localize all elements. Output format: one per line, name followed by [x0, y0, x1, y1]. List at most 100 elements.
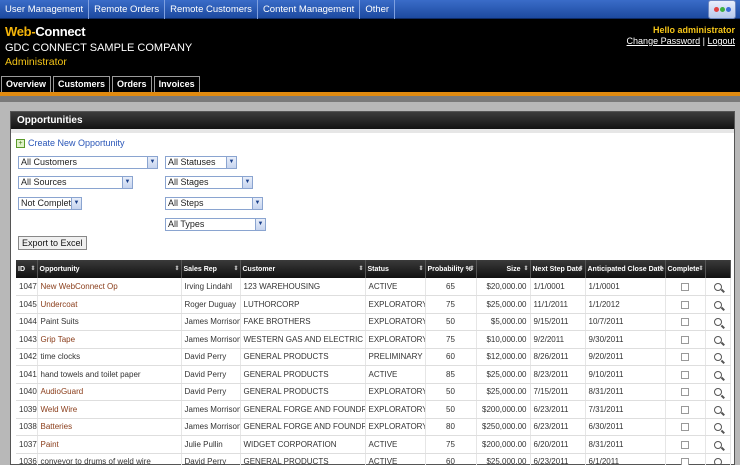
row-opportunity-cell[interactable]: Paint [37, 435, 182, 454]
magnifier-icon[interactable] [713, 370, 722, 379]
row-opportunity-cell[interactable]: New WebConnect Op [37, 278, 182, 296]
complete-filter-select[interactable]: Not Complete ▼ [18, 197, 82, 210]
complete-checkbox[interactable] [681, 318, 689, 327]
table-row[interactable]: 1039 Weld Wire James Morrison GENERAL FORGE… [16, 400, 731, 419]
table-row[interactable]: 1040 AudioGuard David Perry GENERAL PRODUCT… [16, 383, 731, 401]
nav-remote-customers[interactable]: Remote Customers [165, 0, 258, 19]
complete-checkbox[interactable] [681, 370, 689, 379]
export-to-excel-button[interactable]: Export to Excel [18, 236, 87, 250]
column-header-size[interactable]: Size ⇕ [476, 260, 531, 278]
tab-orders[interactable]: Orders [112, 76, 152, 92]
magnifier-icon[interactable] [713, 300, 722, 309]
row-opportunity-cell[interactable]: Grip Tape [37, 330, 182, 349]
complete-checkbox[interactable] [681, 282, 689, 291]
customers-filter-select[interactable]: All Customers ▼ [18, 156, 158, 169]
table-row[interactable]: 1042 time clocks David Perry GENERAL PRODUC… [16, 348, 731, 366]
column-header-label: Complete [667, 265, 700, 273]
row-close-date-cell: 6/30/2011 [585, 418, 666, 436]
row-size-cell: $250,000.00 [476, 418, 531, 436]
sort-icon: ⇕ [174, 266, 180, 272]
types-filter-select[interactable]: All Types ▼ [165, 218, 266, 231]
column-header-anticipated-close-date[interactable]: Anticipated Close Date ⇕ [585, 260, 666, 278]
column-header-customer[interactable]: Customer ⇕ [240, 260, 366, 278]
column-header-id[interactable]: ID ⇕ [16, 260, 38, 278]
row-probability-cell: 75 [425, 295, 477, 314]
nav-content-management[interactable]: Content Management [258, 0, 361, 19]
complete-checkbox[interactable] [681, 405, 689, 414]
table-row[interactable]: 1044 Paint Suits James Morrison FAKE BROTHE… [16, 313, 731, 331]
change-password-link[interactable]: Change Password [627, 36, 701, 46]
row-probability-cell: 50 [425, 383, 477, 401]
magnifier-icon[interactable] [713, 388, 722, 397]
statuses-filter-select[interactable]: All Statuses ▼ [165, 156, 237, 169]
row-opportunity-cell[interactable]: Weld Wire [37, 400, 182, 419]
complete-checkbox[interactable] [681, 335, 689, 344]
nav-remote-orders[interactable]: Remote Orders [89, 0, 166, 19]
magnifier-icon[interactable] [713, 318, 722, 327]
complete-checkbox[interactable] [681, 388, 689, 397]
column-header-probability[interactable]: Probability % ⇕ [425, 260, 477, 278]
row-close-date-cell: 8/31/2011 [585, 435, 666, 454]
row-probability-cell: 75 [425, 435, 477, 454]
nav-user-management[interactable]: User Management [0, 0, 90, 19]
magnifier-icon[interactable] [713, 440, 722, 449]
row-customer-cell: LUTHORCORP [240, 295, 366, 314]
sort-icon: ⇕ [698, 266, 704, 272]
column-header-actions [705, 260, 731, 278]
complete-checkbox[interactable] [681, 440, 689, 449]
complete-checkbox[interactable] [681, 458, 689, 465]
table-row[interactable]: 1036 conveyor to drums of weld wire David … [16, 453, 731, 465]
steps-filter-select[interactable]: All Steps ▼ [165, 197, 263, 210]
table-row[interactable]: 1041 hand towels and toilet paper David Pe… [16, 365, 731, 384]
row-status-cell: EXPLORATORY [365, 313, 426, 331]
table-row[interactable]: 1037 Paint Julie Pullin WIDGET CORPORATION A… [16, 435, 731, 454]
row-opportunity-cell[interactable]: Undercoat [37, 295, 182, 314]
row-customer-cell: GENERAL PRODUCTS [240, 365, 366, 384]
tab-customers[interactable]: Customers [53, 76, 111, 92]
table-row[interactable]: 1043 Grip Tape James Morrison WESTERN GAS A… [16, 330, 731, 349]
brand-logo[interactable]: Web-Connect [5, 24, 86, 39]
row-probability-cell: 80 [425, 418, 477, 436]
row-view-cell [705, 453, 731, 465]
stages-filter-value: All Stages [168, 177, 209, 187]
magnifier-icon[interactable] [713, 458, 722, 465]
table-row[interactable]: 1045 Undercoat Roger Duguay LUTHORCORP EXPLO… [16, 295, 731, 314]
row-next-step-date-cell: 6/20/2011 [530, 435, 586, 454]
tab-invoices[interactable]: Invoices [153, 76, 200, 92]
row-probability-cell: 85 [425, 365, 477, 384]
sources-filter-select[interactable]: All Sources ▼ [18, 176, 133, 189]
table-row[interactable]: 1038 Batteries James Morrison GENERAL FORGE… [16, 418, 731, 436]
panel-title: Opportunities [11, 112, 734, 129]
stages-filter-select[interactable]: All Stages ▼ [165, 176, 253, 189]
row-close-date-cell: 9/30/2011 [585, 330, 666, 349]
complete-checkbox[interactable] [681, 353, 689, 362]
magnifier-icon[interactable] [713, 353, 722, 362]
column-header-label: Next Step Date [532, 265, 582, 273]
complete-checkbox[interactable] [681, 423, 689, 432]
magnifier-icon[interactable] [713, 405, 722, 414]
chevron-down-icon: ▼ [71, 198, 81, 209]
row-close-date-cell: 6/1/2011 [585, 453, 666, 465]
complete-checkbox[interactable] [681, 300, 689, 309]
sources-filter-value: All Sources [21, 177, 67, 187]
table-header-row: ID ⇕ Opportunity ⇕ Sales Rep ⇕ Customer ⇕ St… [16, 260, 731, 278]
column-header-status[interactable]: Status ⇕ [365, 260, 426, 278]
logout-link[interactable]: Logout [707, 36, 735, 46]
magnifier-icon[interactable] [713, 423, 722, 432]
magnifier-icon[interactable] [713, 335, 722, 344]
tab-overview[interactable]: Overview [1, 76, 52, 92]
row-opportunity-cell[interactable]: AudioGuard [37, 383, 182, 401]
column-header-complete[interactable]: Complete ⇕ [665, 260, 706, 278]
row-close-date-cell: 1/1/0001 [585, 278, 666, 296]
column-header-next-step-date[interactable]: Next Step Date ⇕ [530, 260, 586, 278]
magnifier-icon[interactable] [713, 282, 722, 291]
chevron-down-icon: ▼ [122, 177, 132, 188]
table-row[interactable]: 1047 New WebConnect Op Irving Lindahl 123 W… [16, 278, 731, 296]
row-sales-rep-cell: David Perry [181, 365, 241, 384]
nav-other[interactable]: Other [360, 0, 396, 19]
column-header-opportunity[interactable]: Opportunity ⇕ [37, 260, 182, 278]
app-logo-icon[interactable] [708, 0, 736, 19]
column-header-sales-rep[interactable]: Sales Rep ⇕ [181, 260, 241, 278]
row-opportunity-cell[interactable]: Batteries [37, 418, 182, 436]
create-opportunity-link[interactable]: + Create New Opportunity [16, 138, 125, 148]
